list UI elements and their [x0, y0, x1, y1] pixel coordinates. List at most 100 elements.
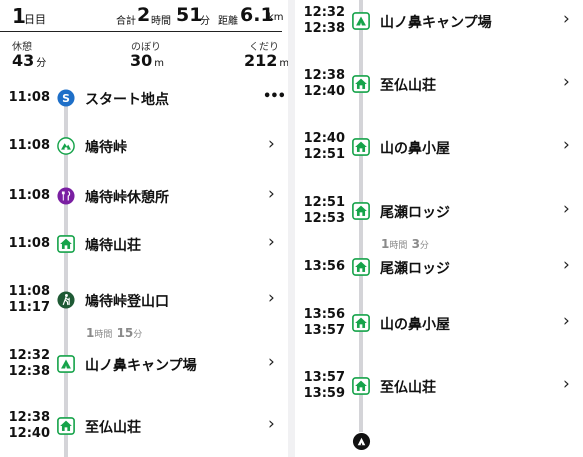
hut-icon — [352, 75, 370, 93]
departure-time: 12:51 — [303, 147, 345, 162]
total-label: 合計 — [116, 16, 136, 27]
departure-time: 12:53 — [303, 211, 345, 226]
time-label: 12:32 12:38 — [4, 348, 50, 380]
time-label: 11:08 — [4, 138, 50, 154]
chevron-right-icon[interactable]: › — [268, 288, 275, 308]
left-screen: 1 日目 合計 2 時間 51 分 距離 6.1 km 休憩 43 分 のぼり 3… — [0, 0, 288, 457]
chevron-right-icon[interactable]: › — [268, 232, 275, 252]
departure-time: 12:40 — [8, 426, 50, 441]
place-name[interactable]: 至仏山荘 — [85, 417, 141, 437]
chevron-right-icon[interactable]: › — [563, 311, 570, 331]
time-label: 11:08 — [4, 90, 50, 106]
time-label: 12:32 12:38 — [299, 5, 345, 37]
down-value: 212 m — [244, 51, 288, 70]
chevron-right-icon[interactable]: › — [563, 9, 570, 29]
minutes-unit: 分 — [200, 16, 210, 27]
hut-icon — [352, 314, 370, 332]
restaurant-icon — [57, 187, 75, 205]
departure-time: 13:57 — [303, 323, 345, 338]
down-unit: m — [279, 58, 288, 69]
place-name[interactable]: 尾瀬ロッジ — [380, 202, 450, 222]
place-name[interactable]: 尾瀬ロッジ — [380, 258, 450, 278]
arrival-time: 12:32 — [8, 348, 50, 363]
up-number: 30 — [130, 51, 153, 70]
time-label: 12:38 12:40 — [299, 68, 345, 100]
time-label: 12:40 12:51 — [299, 131, 345, 163]
chevron-right-icon[interactable]: › — [268, 184, 275, 204]
place-name[interactable]: 至仏山荘 — [380, 377, 436, 397]
campsite-tent-icon — [352, 12, 370, 30]
place-name[interactable]: 山ノ鼻キャンプ場 — [380, 12, 492, 32]
day-label: 日目 — [24, 13, 46, 26]
time-label: 11:08 — [4, 236, 50, 252]
up-unit: m — [154, 58, 165, 69]
rest-value: 43 分 — [12, 51, 46, 70]
goal-icon — [352, 432, 371, 451]
arrival-time: 12:32 — [303, 5, 345, 20]
place-name[interactable]: 鳩待峠休憩所 — [85, 187, 169, 207]
right-screen: 12:32 12:38 山ノ鼻キャンプ場 › 12:38 12:40 至仏山荘 › 12:40 1… — [295, 0, 583, 457]
distance-unit: km — [268, 12, 284, 23]
more-options-icon[interactable]: ••• — [263, 89, 286, 104]
place-name[interactable]: 山の鼻小屋 — [380, 138, 450, 158]
up-value: 30 m — [130, 51, 164, 70]
time-label: 13:56 — [299, 259, 345, 275]
hours-unit: 時間 — [151, 16, 171, 27]
place-name[interactable]: 鳩待山荘 — [85, 235, 141, 255]
gap-minutes: 3 — [411, 237, 420, 251]
time-label: 12:51 12:53 — [299, 195, 345, 227]
total-minutes: 51 — [176, 4, 203, 26]
hut-icon — [352, 377, 370, 395]
place-name[interactable]: 鳩待峠登山口 — [85, 291, 169, 311]
distance-label: 距離 — [218, 16, 238, 27]
departure-time: 12:38 — [303, 21, 345, 36]
gap-hours-unit: 時間 — [94, 330, 113, 340]
hut-icon — [57, 417, 75, 435]
departure-time: 11:17 — [8, 300, 50, 315]
place-name[interactable]: 山の鼻小屋 — [380, 314, 450, 334]
summary-header: 1 日目 合計 2 時間 51 分 距離 6.1 km — [0, 0, 284, 32]
time-label: 11:08 11:17 — [4, 284, 50, 316]
chevron-right-icon[interactable]: › — [563, 374, 570, 394]
pass-peak-icon — [57, 137, 75, 155]
arrival-time: 12:40 — [303, 131, 345, 146]
arrival-time: 12:38 — [8, 410, 50, 425]
hut-icon — [352, 258, 370, 276]
chevron-right-icon[interactable]: › — [563, 72, 570, 92]
down-number: 212 — [244, 51, 278, 70]
arrival-time: 11:08 — [8, 188, 50, 203]
start-s-icon: S — [57, 89, 75, 107]
chevron-right-icon[interactable]: › — [268, 134, 275, 154]
chevron-right-icon[interactable]: › — [268, 414, 275, 434]
hut-icon — [352, 202, 370, 220]
arrival-time: 11:08 — [8, 138, 50, 153]
place-name[interactable]: 山ノ鼻キャンプ場 — [85, 355, 197, 375]
chevron-right-icon[interactable]: › — [563, 135, 570, 155]
gap-minutes: 15 — [116, 326, 134, 340]
departure-time: 13:59 — [303, 386, 345, 401]
gap-minutes-unit: 分 — [419, 241, 429, 251]
time-label: 12:38 12:40 — [4, 410, 50, 442]
arrival-time: 12:51 — [303, 195, 345, 210]
svg-text:S: S — [62, 92, 70, 105]
arrival-time: 11:08 — [8, 236, 50, 251]
travel-duration: 1時間 3分 — [381, 237, 429, 251]
place-name[interactable]: スタート地点 — [85, 89, 169, 109]
time-label: 11:08 — [4, 188, 50, 204]
arrival-time: 11:08 — [8, 284, 50, 299]
trailhead-hiker-icon — [57, 291, 75, 309]
hut-icon — [352, 138, 370, 156]
time-label: 13:56 13:57 — [299, 307, 345, 339]
chevron-right-icon[interactable]: › — [268, 352, 275, 372]
arrival-time: 12:38 — [303, 68, 345, 83]
place-name[interactable]: 至仏山荘 — [380, 75, 436, 95]
chevron-right-icon[interactable]: › — [563, 199, 570, 219]
arrival-time: 13:56 — [303, 259, 345, 274]
arrival-time: 13:57 — [303, 370, 345, 385]
travel-duration: 1時間 15分 — [86, 326, 142, 340]
place-name[interactable]: 鳩待峠 — [85, 137, 127, 157]
hut-icon — [57, 235, 75, 253]
gap-hours-unit: 時間 — [389, 241, 408, 251]
chevron-right-icon[interactable]: › — [563, 255, 570, 275]
departure-time: 12:38 — [8, 364, 50, 379]
